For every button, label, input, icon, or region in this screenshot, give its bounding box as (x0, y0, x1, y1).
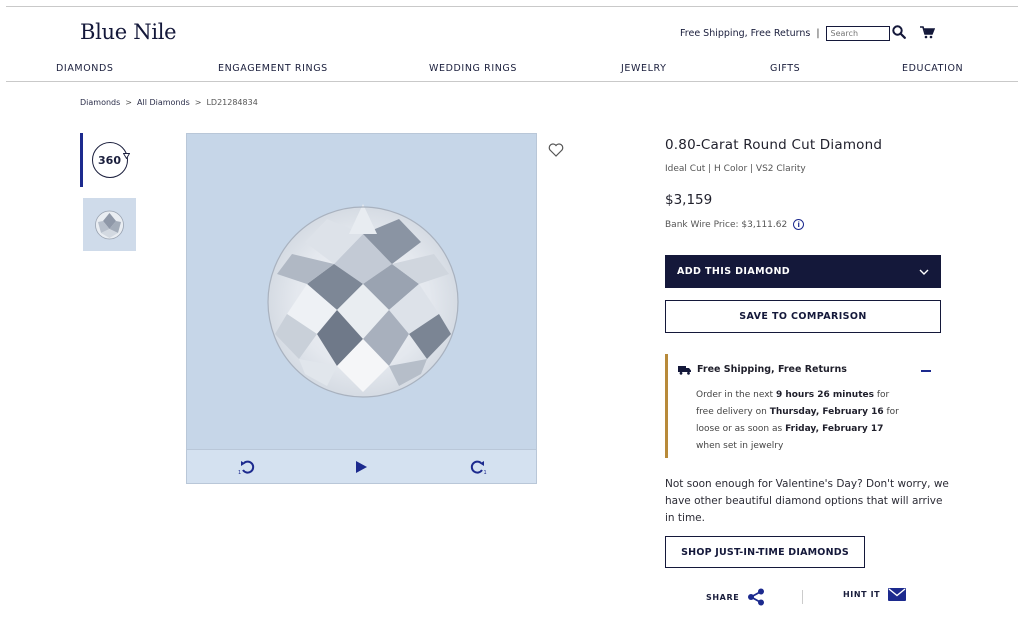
bank-wire-text: Bank Wire Price: $3,111.62 (665, 219, 788, 230)
utility-bar: Free Shipping, Free Returns | (680, 24, 890, 42)
hint-it-button[interactable]: HINT IT (843, 588, 907, 601)
promo-text: Not soon enough for Valentine's Day? Don… (665, 478, 949, 524)
360-icon: 360 (91, 142, 130, 178)
shipping-heading: Free Shipping, Free Returns (678, 364, 847, 375)
envelope-icon (888, 588, 907, 601)
search-icon[interactable] (891, 24, 907, 40)
share-icon (748, 588, 765, 606)
shipping-text: free delivery on (696, 407, 770, 417)
save-comparison-button[interactable]: SAVE TO COMPARISON (665, 300, 941, 333)
main-nav: DIAMONDS ENGAGEMENT RINGS WEDDING RINGS … (0, 63, 1024, 77)
thumb-360-label: 360 (98, 153, 121, 167)
shop-just-in-time-button[interactable]: SHOP JUST-IN-TIME DIAMONDS (665, 536, 865, 568)
nav-item-education[interactable]: EDUCATION (902, 63, 963, 74)
add-diamond-label: ADD THIS DIAMOND (677, 266, 791, 277)
shipping-text: when set in jewelry (696, 441, 784, 451)
breadcrumb: Diamonds > All Diamonds > LD21284834 (80, 98, 258, 107)
bank-wire-price: Bank Wire Price: $3,111.62 i (665, 219, 805, 230)
add-diamond-button[interactable]: ADD THIS DIAMOND (665, 255, 941, 288)
share-label: SHARE (706, 592, 740, 602)
breadcrumb-all-diamonds[interactable]: All Diamonds (137, 98, 190, 107)
social-divider (802, 590, 803, 604)
rotate-right-icon[interactable]: 1 (469, 458, 489, 476)
svg-text:1: 1 (484, 470, 487, 475)
shipping-link[interactable]: Free Shipping, Free Returns (680, 28, 810, 39)
shipping-text: loose or as soon as (696, 424, 786, 434)
svg-text:1: 1 (238, 470, 241, 475)
top-divider (6, 6, 1018, 7)
rotate-left-icon[interactable]: 1 (237, 458, 257, 476)
utility-separator: | (816, 27, 820, 39)
thumbnail-diamond-image[interactable] (83, 198, 136, 251)
search-input[interactable] (825, 25, 890, 41)
heart-icon[interactable] (547, 142, 565, 158)
breadcrumb-diamonds[interactable]: Diamonds (80, 98, 120, 107)
info-icon[interactable]: i (793, 219, 805, 230)
nav-item-wedding-rings[interactable]: WEDDING RINGS (429, 63, 517, 74)
shipping-panel: Free Shipping, Free Returns Order in the… (665, 354, 941, 458)
nav-item-engagement-rings[interactable]: ENGAGEMENT RINGS (218, 63, 328, 74)
logo[interactable]: Blue Nile (80, 20, 177, 44)
play-icon[interactable] (353, 459, 369, 475)
share-button[interactable]: SHARE (706, 588, 765, 606)
shipping-details: Order in the next 9 hours 26 minutes for… (696, 387, 916, 455)
viewer-controls: 1 1 (186, 449, 537, 484)
shipping-text: for (883, 407, 899, 417)
shipping-date-jewelry: Friday, February 17 (785, 424, 884, 434)
truck-icon (678, 365, 691, 375)
breadcrumb-separator: > (125, 98, 132, 107)
diamond-viewer[interactable] (186, 133, 537, 484)
thumbnail-360[interactable]: 360 (80, 133, 136, 187)
product-title: 0.80-Carat Round Cut Diamond (665, 137, 883, 153)
shipping-time: 9 hours 26 minutes (775, 390, 874, 400)
chevron-down-icon (919, 269, 929, 275)
nav-item-gifts[interactable]: GIFTS (770, 63, 800, 74)
shipping-date-loose: Thursday, February 16 (769, 407, 884, 417)
nav-item-diamonds[interactable]: DIAMONDS (56, 63, 114, 74)
collapse-minus-icon[interactable] (921, 370, 931, 372)
product-specs: Ideal Cut | H Color | VS2 Clarity (665, 164, 806, 174)
hint-label: HINT IT (843, 590, 881, 599)
shipping-text: for (873, 390, 890, 400)
breadcrumb-current: LD21284834 (206, 98, 258, 107)
shipping-heading-text: Free Shipping, Free Returns (697, 364, 847, 375)
breadcrumb-separator: > (194, 98, 202, 107)
product-price: $3,159 (665, 192, 713, 208)
cart-icon[interactable] (919, 25, 935, 40)
nav-divider (6, 81, 1018, 82)
shipping-text: Order in the next (696, 390, 776, 400)
nav-item-jewelry[interactable]: JEWELRY (621, 63, 667, 74)
